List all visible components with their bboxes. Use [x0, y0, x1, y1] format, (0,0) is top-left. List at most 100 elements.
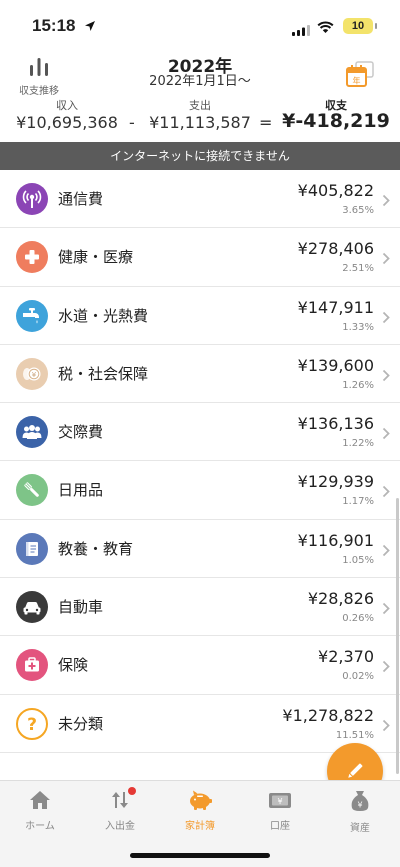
- tab-label: ホーム: [25, 821, 55, 832]
- category-list: 通信費 ¥405,822 3.65% 健康・医療 ¥278,406 2.51% …: [0, 170, 400, 753]
- expense-value: ¥11,113,587: [149, 113, 251, 132]
- category-amount: ¥116,901: [297, 530, 374, 550]
- income-label: 収入: [56, 99, 78, 112]
- tab-accounts[interactable]: ¥ 口座: [240, 789, 320, 832]
- status-bar: 15:18 10: [0, 0, 400, 50]
- chevron-right-icon: [382, 425, 390, 444]
- piggy-bank-icon: [190, 790, 212, 810]
- category-percent: 1.26%: [342, 379, 374, 391]
- list-item[interactable]: 通信費 ¥405,822 3.65%: [0, 170, 400, 229]
- category-amount: ¥139,600: [297, 355, 374, 375]
- tab-transactions[interactable]: 入出金: [80, 787, 160, 832]
- category-amount: ¥1,278,822: [282, 705, 374, 725]
- chevron-right-icon: [382, 658, 390, 677]
- list-item[interactable]: 日用品 ¥129,939 1.17%: [0, 461, 400, 520]
- minus-operator: -: [129, 113, 135, 132]
- tab-label: 家計簿: [185, 821, 215, 832]
- list-item[interactable]: 自動車 ¥28,826 0.26%: [0, 578, 400, 637]
- toothbrush-icon: [16, 474, 48, 507]
- category-percent: 1.22%: [342, 438, 374, 450]
- category-amount: ¥28,826: [307, 589, 374, 609]
- tab-label: 入出金: [105, 821, 135, 832]
- pencil-icon: [348, 763, 363, 778]
- coins-icon: ¥: [16, 357, 48, 390]
- svg-text:¥: ¥: [277, 797, 282, 806]
- chevron-right-icon: [382, 250, 390, 269]
- category-name: 教養・教育: [58, 539, 134, 558]
- signal-icon: [292, 21, 310, 40]
- category-percent: 2.51%: [342, 263, 374, 275]
- scrollbar[interactable]: [396, 498, 399, 774]
- category-name: 通信費: [58, 190, 104, 208]
- category-percent: 1.33%: [342, 321, 374, 333]
- tab-label: 資産: [350, 823, 370, 834]
- calendar-badge: 年: [353, 76, 361, 86]
- calendar-icon: 年: [346, 61, 374, 87]
- money-bag-icon: ¥: [351, 791, 369, 811]
- question-icon: ?: [16, 707, 48, 740]
- chevron-right-icon: [382, 600, 390, 619]
- chevron-right-icon: [382, 192, 390, 211]
- list-item[interactable]: ¥ 税・社会保障 ¥139,600 1.26%: [0, 345, 400, 404]
- notification-dot: [128, 787, 136, 795]
- period-subtitle: 2022年1月1日〜: [149, 74, 251, 89]
- tab-household-budget[interactable]: 家計簿: [160, 789, 240, 832]
- category-percent: 11.51%: [335, 729, 374, 741]
- tab-label: 口座: [270, 821, 290, 832]
- people-icon: [16, 416, 48, 449]
- tab-assets[interactable]: ¥ 資産: [320, 789, 400, 834]
- chevron-right-icon: [382, 309, 390, 328]
- summary-header: 収支推移 2022年 2022年1月1日〜 年 収入 ¥10,695,368 -…: [0, 50, 400, 142]
- category-percent: 0.26%: [342, 613, 374, 625]
- plus-cross-icon: [16, 241, 48, 274]
- category-amount: ¥278,406: [297, 239, 374, 259]
- car-icon: [16, 591, 48, 624]
- location-arrow-icon: [84, 17, 96, 36]
- balance-value: ¥-418,219: [282, 110, 390, 132]
- list-item[interactable]: ? 未分類 ¥1,278,822 11.51%: [0, 695, 400, 753]
- faucet-icon: [16, 299, 48, 332]
- equals-operator: =: [259, 113, 273, 132]
- antenna-icon: [16, 183, 48, 215]
- category-name: 税・社会保障: [58, 364, 149, 383]
- category-percent: 3.65%: [342, 205, 374, 216]
- category-name: 健康・医療: [58, 248, 134, 267]
- category-name: 日用品: [58, 481, 104, 500]
- svg-text:¥: ¥: [357, 801, 362, 810]
- book-icon: [16, 532, 48, 565]
- category-amount: ¥136,136: [297, 414, 374, 434]
- calendar-button[interactable]: 年: [344, 60, 376, 94]
- svg-text:¥: ¥: [32, 371, 37, 379]
- list-item[interactable]: 保険 ¥2,370 0.02%: [0, 636, 400, 695]
- category-name: 交際費: [58, 423, 104, 442]
- status-time: 15:18: [32, 16, 76, 35]
- wallet-icon: ¥: [269, 793, 291, 808]
- income-value: ¥10,695,368: [16, 113, 118, 132]
- category-name: 保険: [58, 656, 89, 675]
- svg-text:?: ?: [27, 715, 37, 734]
- category-amount: ¥2,370: [318, 647, 374, 667]
- list-item[interactable]: 水道・光熱費 ¥147,911 1.33%: [0, 287, 400, 345]
- list-item[interactable]: 健康・医療 ¥278,406 2.51%: [0, 228, 400, 287]
- category-amount: ¥129,939: [297, 472, 374, 492]
- category-name: 水道・光熱費: [58, 306, 149, 325]
- chevron-right-icon: [382, 542, 390, 561]
- wifi-icon: [317, 19, 334, 38]
- chevron-right-icon: [382, 483, 390, 502]
- category-percent: 0.02%: [342, 671, 374, 683]
- category-percent: 1.17%: [342, 496, 374, 508]
- category-name: 未分類: [58, 714, 104, 733]
- category-amount: ¥147,911: [297, 297, 374, 317]
- list-item[interactable]: 交際費 ¥136,136 1.22%: [0, 403, 400, 462]
- list-item[interactable]: 教養・教育 ¥116,901 1.05%: [0, 520, 400, 579]
- chevron-right-icon: [382, 717, 390, 736]
- home-indicator[interactable]: [130, 853, 270, 858]
- expense-label: 支出: [189, 99, 211, 112]
- chevron-right-icon: [382, 367, 390, 386]
- category-percent: 1.05%: [342, 554, 374, 566]
- category-amount: ¥405,822: [297, 181, 374, 200]
- home-icon: [30, 791, 50, 809]
- category-name: 自動車: [58, 598, 104, 617]
- tab-home[interactable]: ホーム: [0, 789, 80, 832]
- offline-banner: インターネットに接続できません: [0, 142, 400, 170]
